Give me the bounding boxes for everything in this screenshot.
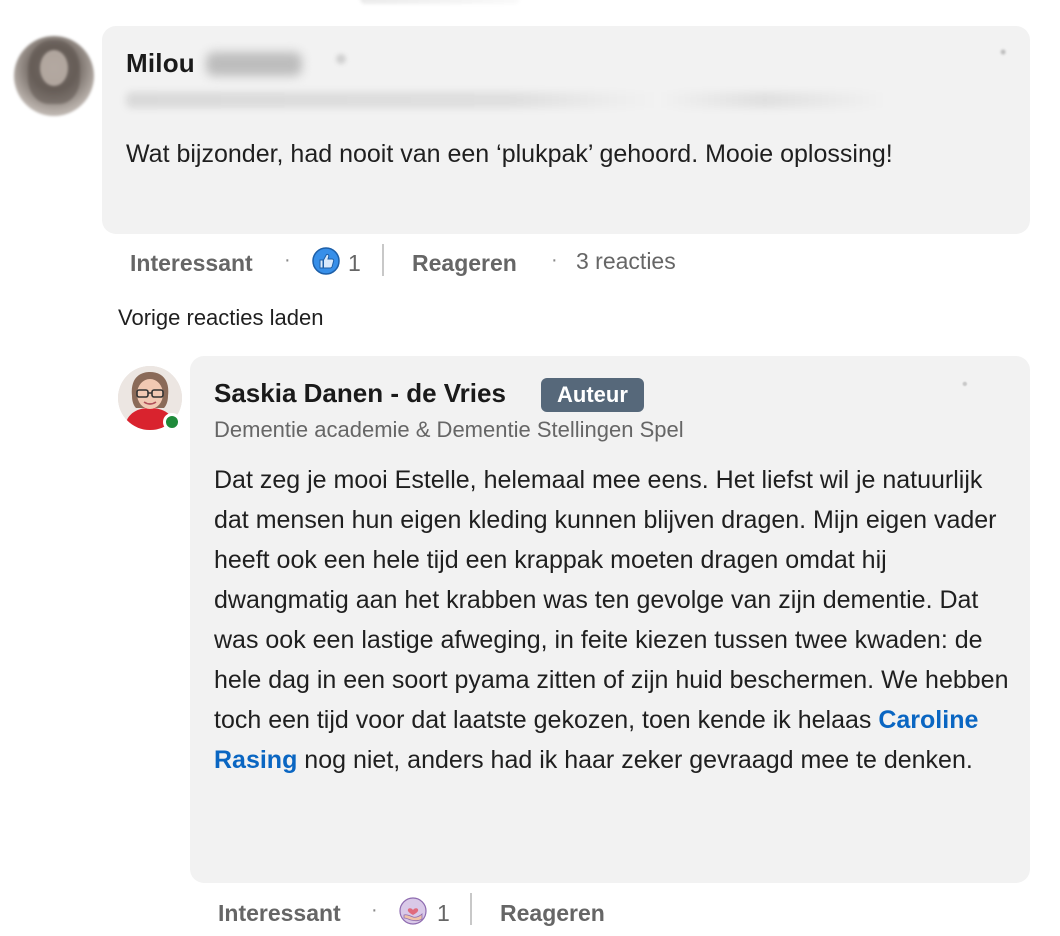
thumbs-up-like-icon[interactable] (312, 247, 340, 275)
redacted-author-headline (126, 92, 886, 108)
like-button[interactable]: Interessant (130, 250, 253, 277)
reply-button[interactable]: Reageren (500, 900, 605, 927)
separator-dot: · (284, 249, 291, 271)
redacted-surname (206, 52, 302, 76)
comment-text-part: Dat zeg je mooi Estelle, helemaal mee ee… (214, 466, 1009, 734)
comment-author-name[interactable]: Saskia Danen - de Vries (214, 378, 506, 409)
comment-author-name[interactable]: Milou (126, 48, 195, 79)
author-badge: Auteur (541, 378, 644, 412)
comment-text: Wat bijzonder, had nooit van een ‘plukpa… (126, 140, 893, 168)
more-options-icon[interactable]: • (1000, 42, 1006, 63)
cut-off-previous-content (360, 0, 520, 4)
comment-text: Dat zeg je mooi Estelle, helemaal mee ee… (214, 460, 1014, 780)
reply-count-link[interactable]: 3 reacties (576, 248, 676, 275)
online-status-indicator (163, 413, 181, 431)
reply-button[interactable]: Reageren (412, 250, 517, 277)
reaction-count[interactable]: 1 (348, 250, 361, 277)
load-previous-replies-link[interactable]: Vorige reacties laden (118, 305, 323, 331)
avatar-face (40, 50, 68, 86)
redacted-connection-degree (336, 54, 346, 64)
reaction-count[interactable]: 1 (437, 900, 450, 927)
action-divider (382, 244, 384, 276)
separator-dot: · (551, 249, 558, 271)
more-options-icon[interactable]: • (962, 376, 968, 394)
heart-in-hand-support-icon[interactable] (399, 897, 427, 925)
action-divider (470, 893, 472, 925)
separator-dot: · (371, 899, 378, 921)
like-button[interactable]: Interessant (218, 900, 341, 927)
avatar-milou[interactable] (14, 36, 94, 116)
comment-text-part: nog niet, anders had ik haar zeker gevra… (297, 746, 973, 774)
author-headline: Dementie academie & Dementie Stellingen … (214, 417, 684, 442)
